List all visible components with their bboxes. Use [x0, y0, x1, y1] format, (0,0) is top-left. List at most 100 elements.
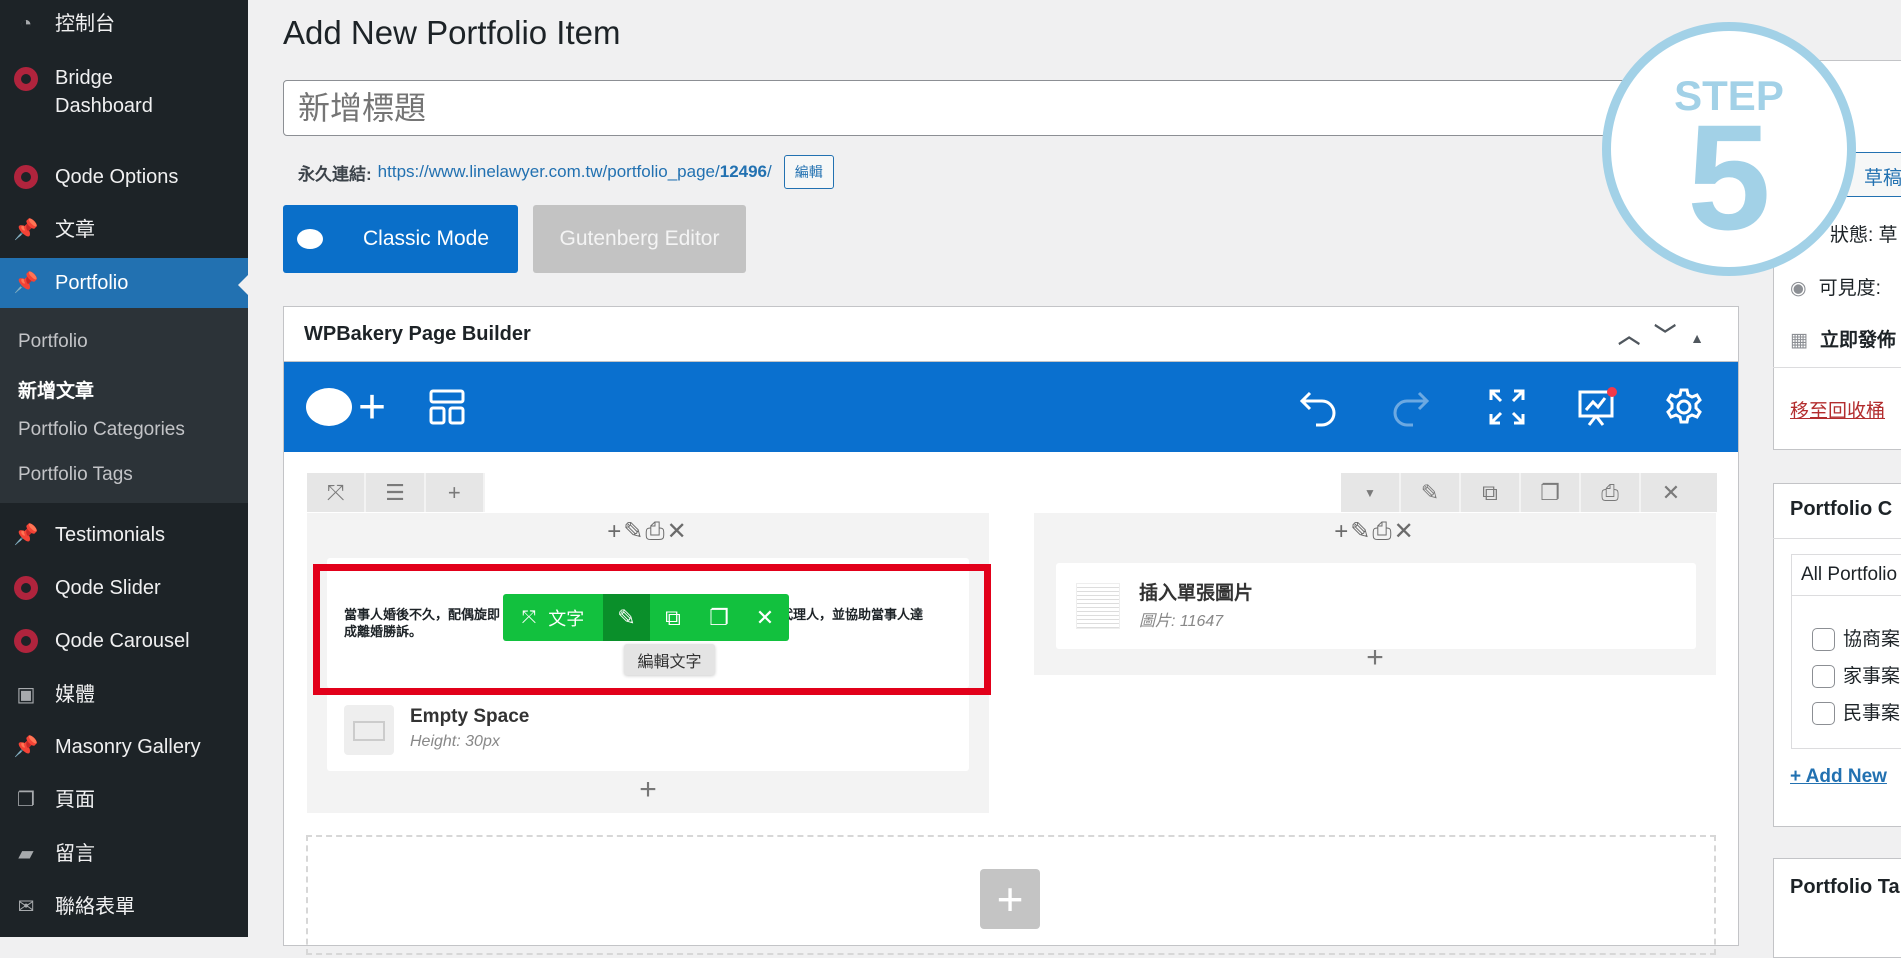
pin-icon: 📌: [13, 219, 39, 241]
templates-icon[interactable]: [424, 384, 470, 430]
tab-all-categories[interactable]: All Portfolio: [1791, 554, 1901, 596]
single-image-element[interactable]: 插入單張圖片 圖片: 11647: [1056, 563, 1696, 649]
add-element-plus-icon[interactable]: +: [307, 773, 989, 807]
redo-icon[interactable]: [1387, 384, 1433, 430]
comment-icon: ▰: [18, 843, 34, 865]
menu-dashboard[interactable]: ◔ 控制台: [0, 10, 248, 38]
pin-icon: 📌: [13, 736, 39, 758]
pin-icon: 📌: [13, 524, 39, 546]
move-element-button[interactable]: ⤧ 文字: [503, 594, 603, 641]
column-controls[interactable]: +✎⎙✕: [307, 517, 989, 546]
menu-comments[interactable]: ▰ 留言: [0, 840, 248, 868]
classic-mode-button[interactable]: Classic Mode: [283, 205, 518, 273]
add-section-area: +: [306, 835, 1716, 955]
add-column-icon[interactable]: +: [426, 473, 485, 512]
clone-icon: ⧉: [665, 604, 681, 630]
category-item[interactable]: 家事案: [1812, 661, 1900, 689]
edit-element-button[interactable]: ✎: [603, 594, 650, 641]
checkbox[interactable]: [1812, 665, 1835, 689]
visibility: ◉ 可見度:: [1790, 278, 1881, 299]
menu-media[interactable]: ▣ 媒體: [0, 681, 248, 709]
pin-icon: 📌: [13, 272, 39, 294]
column-controls[interactable]: +✎⎙✕: [1034, 517, 1716, 546]
add-new-category-link[interactable]: + Add New: [1790, 766, 1887, 788]
step-badge: STEP 5: [1602, 22, 1856, 276]
page-title: Add New Portfolio Item: [283, 14, 621, 51]
move-row-icon[interactable]: ⤧: [307, 473, 367, 512]
calendar-icon: ▦: [1790, 330, 1808, 351]
seo-icon[interactable]: [1574, 384, 1620, 430]
category-item[interactable]: 協商案: [1812, 624, 1900, 652]
menu-qode-options[interactable]: Qode Options: [0, 163, 248, 191]
pages-icon: ❐: [17, 789, 35, 811]
image-thumbnail: [1076, 583, 1120, 629]
menu-posts[interactable]: 📌 文章: [0, 216, 248, 244]
admin-sidebar: ◔ 控制台 Bridge Dashboard Qode Options 📌 文章 📌…: [0, 0, 248, 937]
add-section-button[interactable]: +: [980, 869, 1040, 929]
fullscreen-icon[interactable]: [1484, 384, 1530, 430]
delete-element-button[interactable]: ✕: [742, 594, 788, 641]
mail-icon: ✉: [17, 896, 35, 918]
copy-element-button[interactable]: ❐: [696, 594, 742, 641]
qode-icon: [13, 575, 39, 601]
permalink-link[interactable]: https://www.linelawyer.com.tw/portfolio_…: [378, 162, 772, 182]
wpb-logo-icon[interactable]: [306, 384, 352, 430]
row-controls-left: ⤧ ☰ +: [307, 473, 485, 512]
collapse-icon[interactable]: ▲: [1690, 330, 1718, 346]
copy-row-icon[interactable]: ❐: [1521, 473, 1581, 512]
submenu-tags[interactable]: Portfolio Tags: [18, 464, 133, 486]
publish-time: ▦ 立即發佈: [1790, 330, 1896, 351]
title-input[interactable]: [283, 80, 1683, 136]
clone-element-button[interactable]: ⧉: [650, 594, 696, 641]
paste-row-icon[interactable]: ⎙: [1581, 473, 1641, 512]
checkbox[interactable]: [1812, 628, 1835, 652]
copy-icon: ❐: [709, 604, 729, 630]
add-element-plus-icon[interactable]: +: [1034, 641, 1716, 675]
checkbox[interactable]: [1812, 702, 1835, 726]
move-icon: ⤧: [521, 607, 537, 627]
menu-bridge-dashboard[interactable]: Bridge Dashboard: [0, 64, 200, 120]
dashboard-icon: ◔: [19, 13, 33, 35]
category-item[interactable]: 民事案: [1812, 698, 1900, 726]
menu-portfolio[interactable]: 📌 Portfolio: [0, 258, 248, 308]
toggle-row-icon[interactable]: ▼: [1341, 473, 1401, 512]
menu-pages[interactable]: ❐ 頁面: [0, 786, 248, 814]
portfolio-submenu: Portfolio 新增文章 Portfolio Categories Port…: [0, 308, 248, 503]
menu-qode-carousel[interactable]: Qode Carousel: [0, 627, 248, 655]
permalink: 永久連結: https://www.linelawyer.com.tw/port…: [298, 155, 834, 189]
column-right: +✎⎙✕ 插入單張圖片 圖片: 11647 +: [1034, 513, 1716, 675]
empty-space-icon: [344, 705, 394, 755]
clone-row-icon[interactable]: ⧉: [1461, 473, 1521, 512]
menu-qode-slider[interactable]: Qode Slider: [0, 574, 248, 602]
submenu-add-new[interactable]: 新增文章: [18, 376, 94, 403]
wpb-logo-icon: [297, 229, 323, 249]
delete-row-icon[interactable]: ✕: [1641, 473, 1701, 512]
menu-contact[interactable]: ✉ 聯絡表單: [0, 893, 248, 921]
row-layout-icon[interactable]: ☰: [366, 473, 426, 512]
add-element-icon[interactable]: +: [349, 381, 395, 434]
wpbakery-toolbar: +: [284, 362, 1738, 452]
edit-row-icon[interactable]: ✎: [1401, 473, 1461, 512]
qode-icon: [13, 164, 39, 190]
move-down-icon[interactable]: ﹀: [1654, 323, 1690, 348]
edit-permalink-button[interactable]: 編輯: [783, 155, 834, 189]
categories-title[interactable]: Portfolio C: [1790, 498, 1892, 521]
submenu-categories[interactable]: Portfolio Categories: [18, 419, 185, 441]
gutenberg-editor-button[interactable]: Gutenberg Editor: [533, 205, 746, 273]
qode-icon: [13, 628, 39, 654]
pencil-icon: ✎: [617, 604, 636, 630]
tags-title[interactable]: Portfolio Ta: [1790, 876, 1900, 899]
submenu-portfolio[interactable]: Portfolio: [18, 331, 88, 353]
wpbakery-header: WPBakery Page Builder ︿﹀▲: [284, 307, 1738, 362]
move-up-icon[interactable]: ︿: [1618, 323, 1654, 348]
undo-icon[interactable]: [1296, 384, 1342, 430]
empty-space-element[interactable]: Empty Space Height: 30px: [327, 691, 969, 771]
element-controls: ⤧ 文字 ✎ ⧉ ❐ ✕: [503, 594, 789, 641]
settings-gear-icon[interactable]: [1661, 384, 1707, 430]
close-icon: ✕: [755, 604, 775, 630]
move-to-trash-link[interactable]: 移至回收桶: [1790, 396, 1885, 423]
edit-tooltip: 編輯文字: [624, 644, 715, 675]
eye-icon: ◉: [1790, 278, 1807, 299]
menu-masonry-gallery[interactable]: 📌 Masonry Gallery: [0, 733, 248, 761]
menu-testimonials[interactable]: 📌 Testimonials: [0, 521, 248, 549]
